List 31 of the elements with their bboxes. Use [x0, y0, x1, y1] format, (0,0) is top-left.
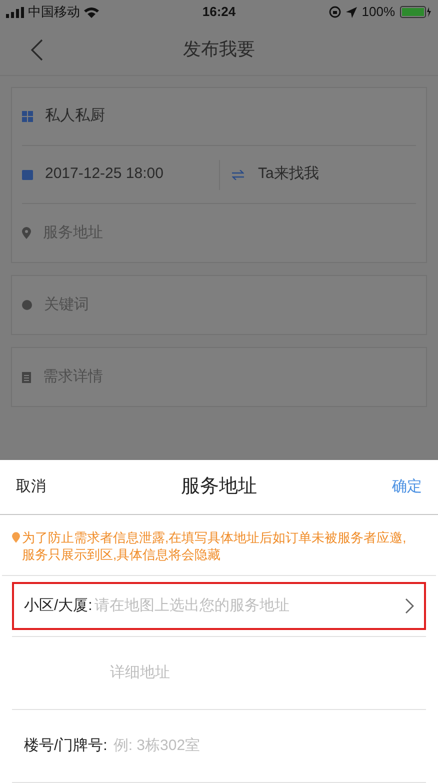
lock-rotation-icon — [328, 6, 341, 18]
battery-text: 100% — [362, 3, 395, 22]
document-icon — [22, 372, 31, 382]
calendar-icon — [22, 169, 33, 180]
privacy-notice: 为了防止需求者信息泄露,在填写具体地址后如订单未被服务者应邀,服务只展示到区,具体信息将会隐藏 — [22, 529, 408, 563]
datetime-text[interactable]: 2017-12-25 18:00 — [45, 163, 164, 186]
grid-icon — [22, 111, 33, 122]
signal-icon — [6, 6, 24, 18]
category-text[interactable]: 私人私厨 — [45, 105, 105, 128]
placeholder-text: 请在地图上选出您的服务地址 — [94, 596, 290, 616]
field-label: 小区/大厦: — [24, 596, 92, 616]
mode-text[interactable]: Ta来找我 — [258, 163, 319, 186]
carrier-text: 中国移动 — [28, 3, 80, 22]
location-pin-icon — [12, 532, 20, 543]
sheet-title: 服务地址 — [181, 474, 257, 499]
location-pin-icon — [22, 227, 31, 239]
tag-dot-icon — [22, 300, 32, 310]
wifi-icon — [84, 6, 99, 18]
address-select[interactable]: 小区/大厦:请在地图上选出您的服务地址 — [12, 582, 426, 630]
location-arrow-icon — [346, 6, 357, 18]
back-icon — [30, 38, 42, 60]
chevron-right-icon — [405, 598, 414, 614]
field-label: 楼号/门牌号: — [24, 736, 108, 756]
text-field[interactable]: 例: 3栋302室 — [113, 734, 414, 758]
swap-icon — [232, 170, 244, 180]
page-title: 发布我要 — [183, 38, 255, 61]
clock-text: 16:24 — [201, 3, 237, 22]
text-field[interactable]: 详细地址 — [110, 662, 414, 684]
confirm-button[interactable]: 确定 — [392, 476, 422, 498]
cancel-button[interactable]: 取消 — [16, 476, 46, 498]
battery-icon — [400, 6, 432, 18]
